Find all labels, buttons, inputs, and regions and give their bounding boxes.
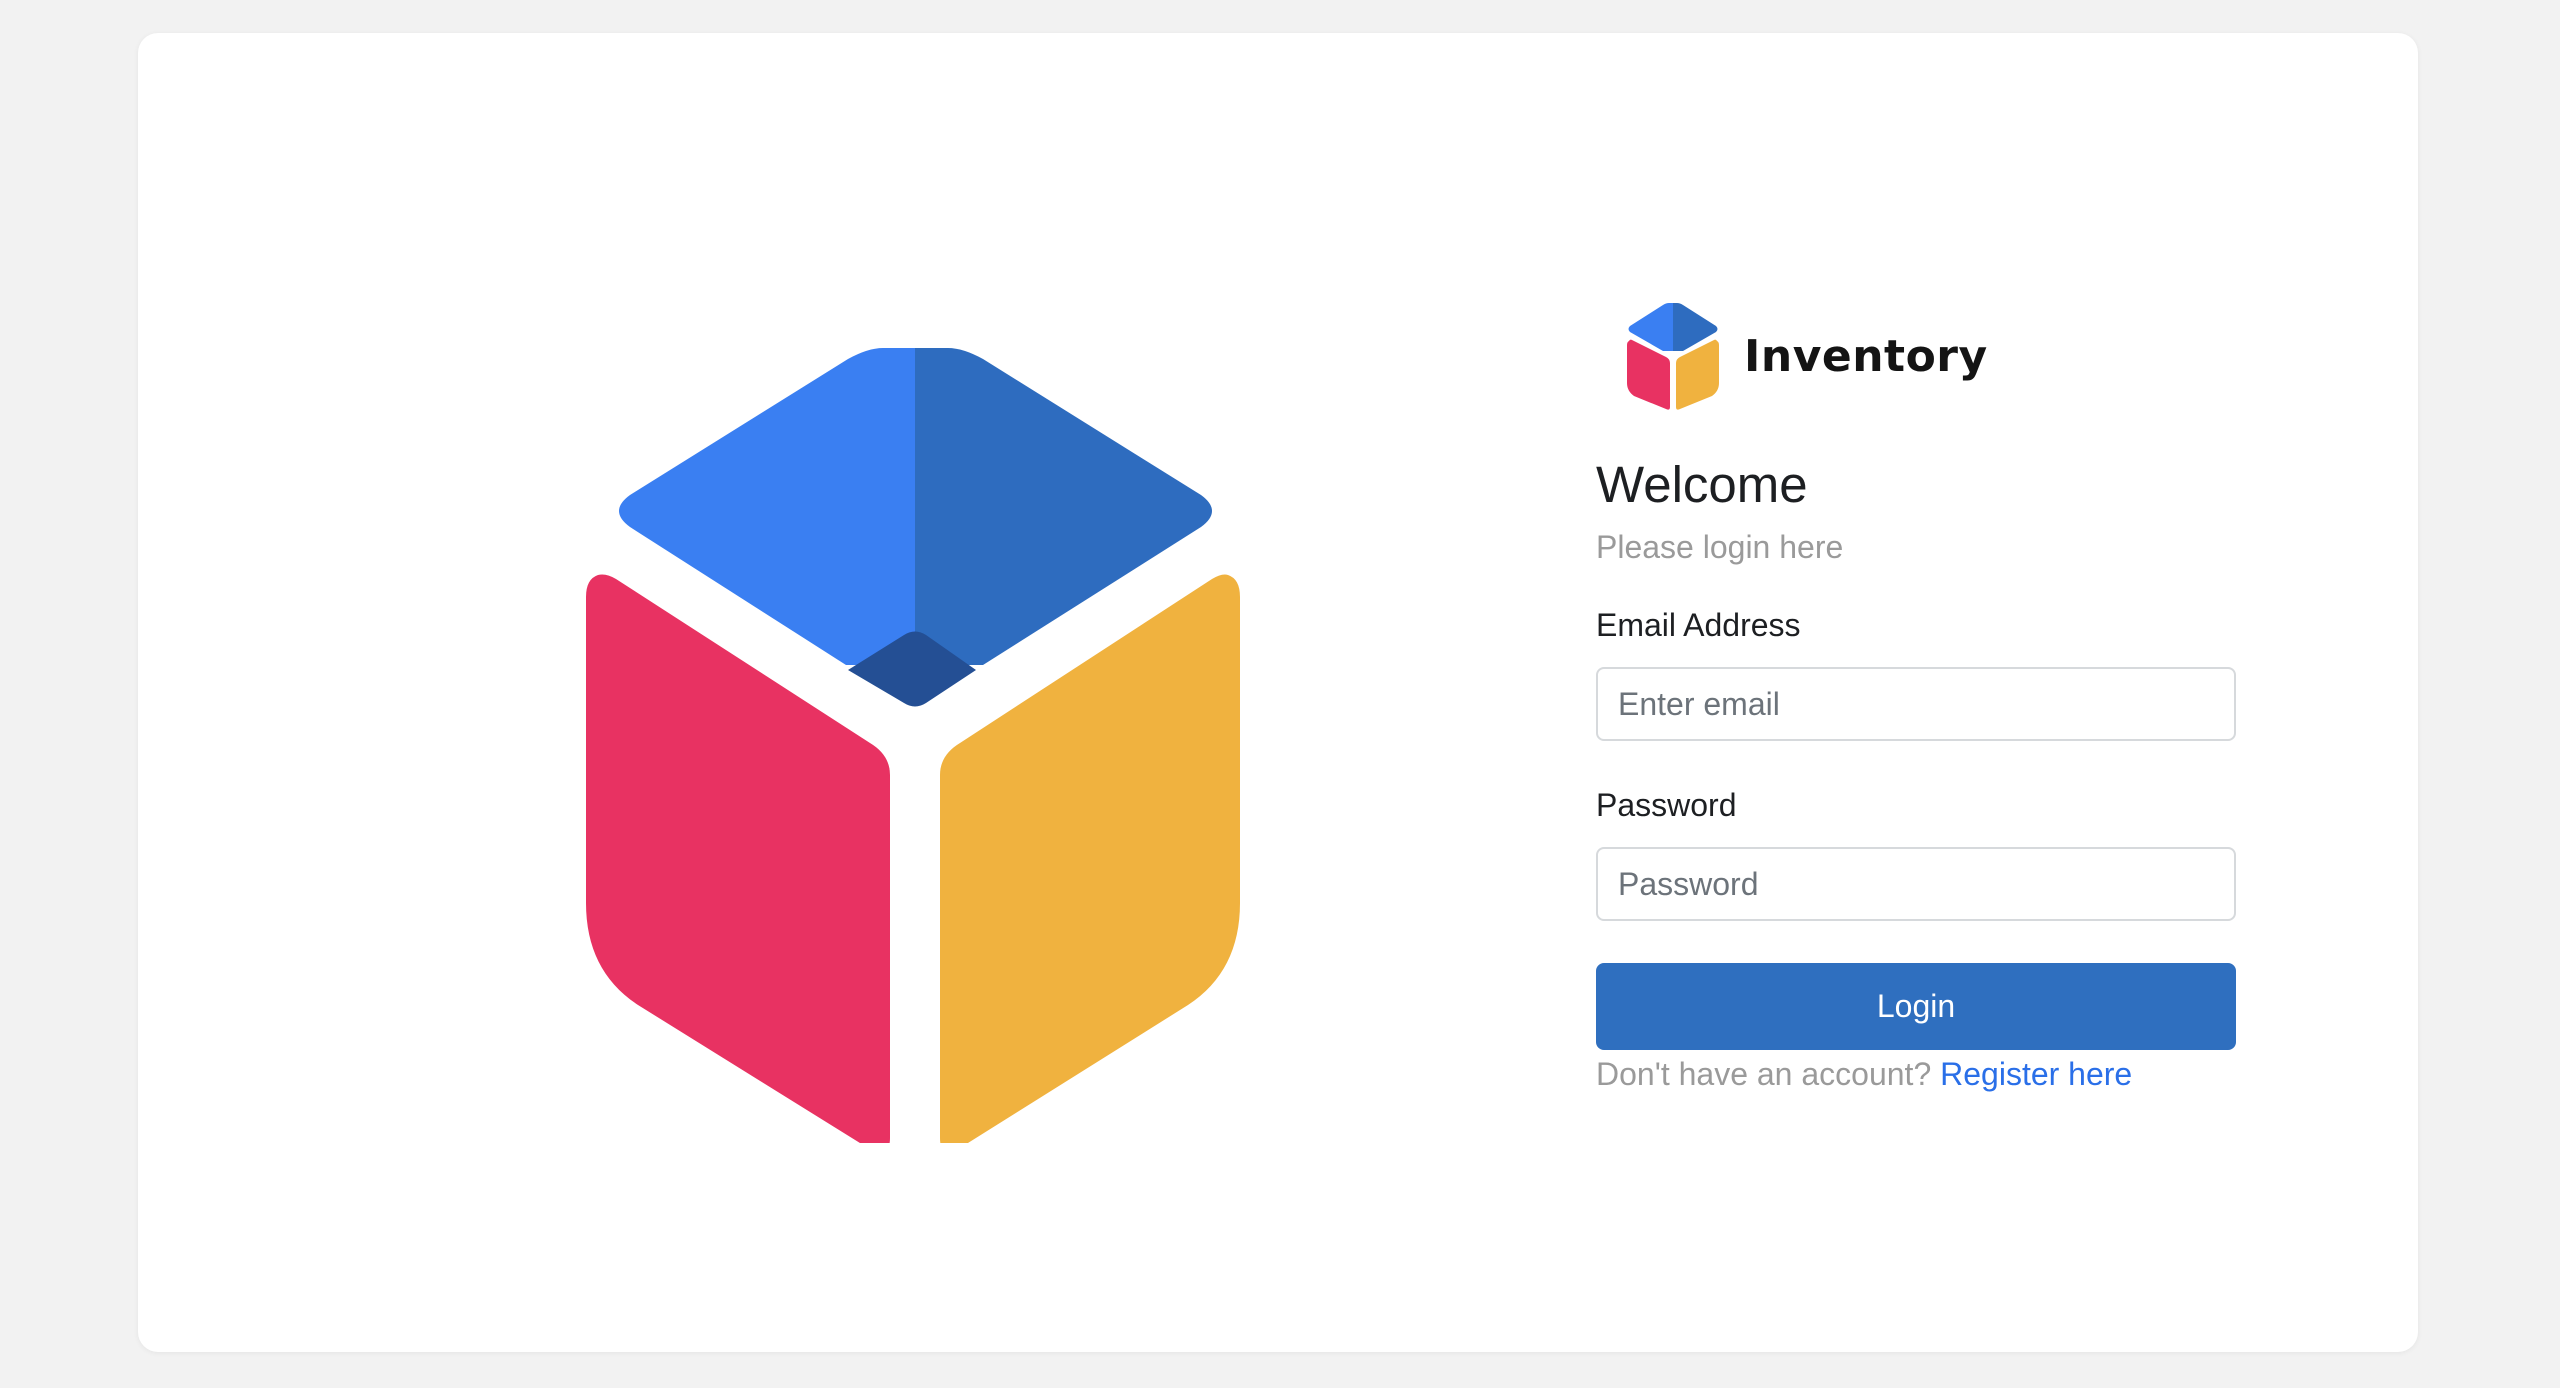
- login-button[interactable]: Login: [1596, 963, 2236, 1050]
- email-field[interactable]: [1596, 667, 2236, 741]
- register-prompt: Don't have an account?: [1596, 1056, 1932, 1092]
- brand-header: Inventory: [1596, 301, 2236, 411]
- register-link[interactable]: Register here: [1940, 1056, 2132, 1092]
- page-subtitle: Please login here: [1596, 529, 1844, 565]
- register-row: Don't have an account? Register here: [1596, 1054, 2236, 1094]
- cube-logo-icon: [1627, 303, 1719, 410]
- email-label: Email Address: [1596, 607, 1801, 643]
- login-form: Inventory Welcome Please login here Emai…: [1596, 301, 2236, 1094]
- password-label: Password: [1596, 787, 1737, 823]
- login-card: Inventory Welcome Please login here Emai…: [138, 33, 2418, 1352]
- page-title: Welcome: [1596, 456, 1808, 513]
- hero-cube-logo-icon: [586, 348, 1240, 1143]
- brand-name: Inventory: [1744, 330, 1988, 382]
- password-field[interactable]: [1596, 847, 2236, 921]
